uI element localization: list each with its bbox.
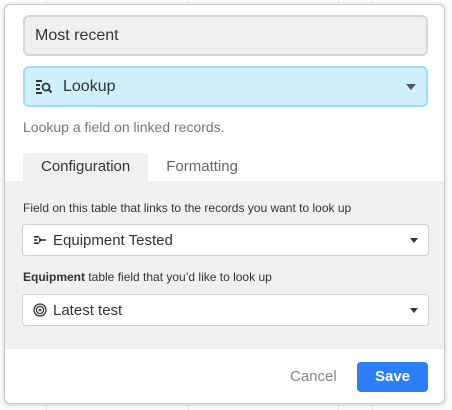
field-type-select[interactable]: Lookup <box>23 66 428 107</box>
configuration-panel: Field on this table that links to the re… <box>5 181 444 349</box>
field-type-label: Lookup <box>63 77 116 95</box>
lookup-icon <box>35 78 53 96</box>
chevron-down-icon <box>406 83 416 90</box>
tab-bar: Configuration Formatting <box>23 153 256 181</box>
chevron-down-icon <box>410 237 418 243</box>
save-button[interactable]: Save <box>357 362 428 392</box>
lookup-table-name: Equipment <box>23 270 85 284</box>
tab-configuration[interactable]: Configuration <box>23 153 149 181</box>
chevron-down-icon <box>410 307 418 313</box>
rollup-spiral-icon <box>33 303 47 317</box>
tab-formatting[interactable]: Formatting <box>148 153 256 181</box>
field-config-dialog: Most recent Lookup Lookup a field on lin… <box>4 4 445 404</box>
lookup-field-label: Equipment table field that you’d like to… <box>23 270 272 284</box>
link-field-value: Equipment Tested <box>53 231 173 249</box>
field-name-input[interactable]: Most recent <box>23 15 428 56</box>
lookup-field-label-rest: table field that you’d like to look up <box>85 270 272 284</box>
lookup-field-select[interactable]: Latest test <box>22 294 429 326</box>
link-field-label: Field on this table that links to the re… <box>23 201 352 215</box>
cancel-button[interactable]: Cancel <box>290 368 337 385</box>
linked-record-icon <box>33 233 47 247</box>
lookup-field-value: Latest test <box>53 301 123 319</box>
link-field-select[interactable]: Equipment Tested <box>22 224 429 256</box>
field-type-description: Lookup a field on linked records. <box>23 119 225 135</box>
dialog-footer: Cancel Save <box>5 349 444 403</box>
